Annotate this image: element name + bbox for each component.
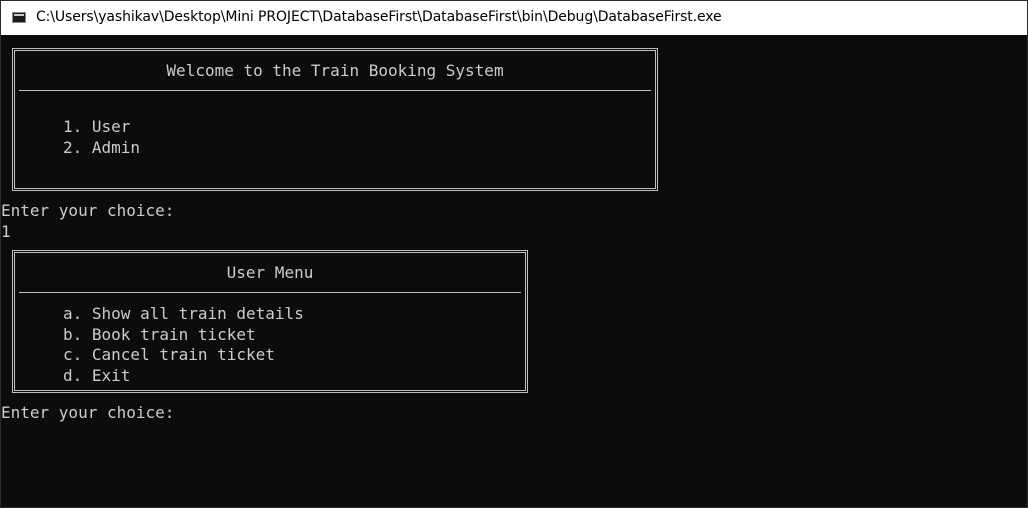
main-menu-title: Welcome to the Train Booking System [166,61,504,80]
user-menu-title: User Menu [226,263,314,282]
user-menu-item-exit: d. Exit [63,365,131,385]
user-menu-item-show-trains: a. Show all train details [63,304,304,323]
choice-prompt-1: Enter your choice: [1,201,175,220]
main-menu-box: Welcome to the Train Booking System 1. U… [12,48,658,191]
user-menu-divider [19,292,521,293]
console-app-icon[interactable] [12,12,26,23]
console-window: C:\Users\yashikav\Desktop\Mini PROJECT\D… [0,0,1028,508]
main-menu-divider [19,90,651,91]
main-menu-item-user: 1. User [63,117,131,136]
main-menu-list: 1. User 2. Admin [63,117,140,158]
main-menu-item-admin: 2. Admin [63,137,141,157]
window-title: C:\Users\yashikav\Desktop\Mini PROJECT\D… [36,9,722,25]
console-output[interactable]: Welcome to the Train Booking System 1. U… [1,35,1027,507]
choice-input-1: 1 [1,222,11,241]
choice-prompt-2: Enter your choice: [1,403,175,422]
user-menu-item-book-ticket: b. Book train ticket [63,324,256,344]
user-menu-box: User Menu a. Show all train details b. B… [12,250,528,393]
user-menu-item-cancel-ticket: c. Cancel train ticket [63,345,275,364]
user-menu-list: a. Show all train details b. Book train … [63,304,304,386]
title-bar[interactable]: C:\Users\yashikav\Desktop\Mini PROJECT\D… [1,1,1027,35]
